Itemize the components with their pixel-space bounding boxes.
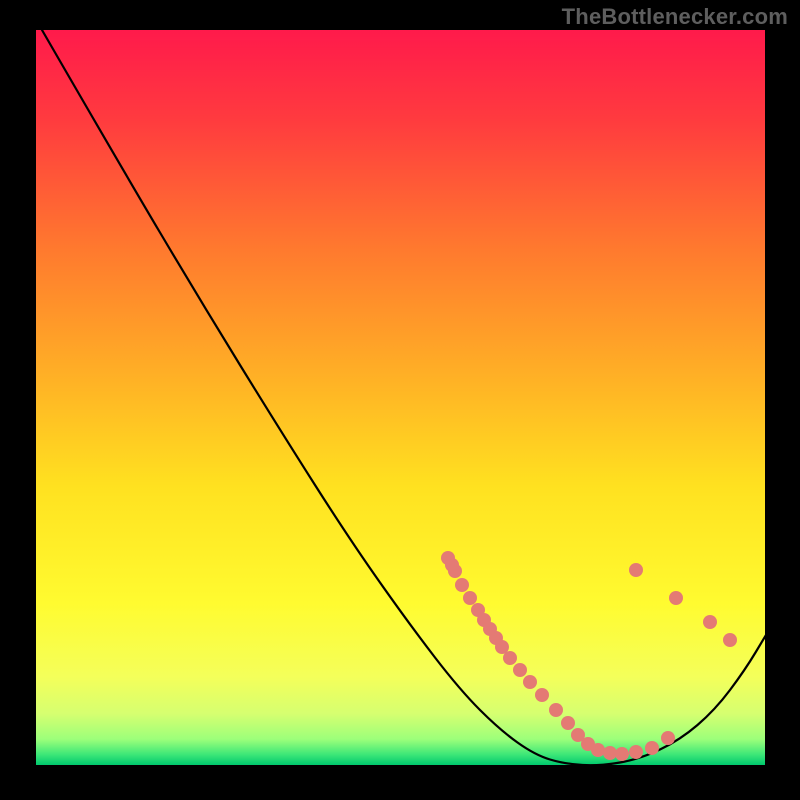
data-point [523,675,537,689]
data-point [535,688,549,702]
data-point [591,743,605,757]
watermark-text: TheBottlenecker.com [562,4,788,30]
data-point [549,703,563,717]
data-point [561,716,575,730]
chart-container: TheBottlenecker.com [0,0,800,800]
data-point [603,746,617,760]
data-point [513,663,527,677]
data-point [463,591,477,605]
data-point [629,563,643,577]
data-point [723,633,737,647]
data-point [615,747,629,761]
data-point [629,745,643,759]
data-point [455,578,469,592]
data-point [661,731,675,745]
data-point [703,615,717,629]
plot-background [36,30,765,765]
data-point [448,564,462,578]
bottleneck-chart [0,0,800,800]
data-point [645,741,659,755]
data-point [669,591,683,605]
data-point [503,651,517,665]
